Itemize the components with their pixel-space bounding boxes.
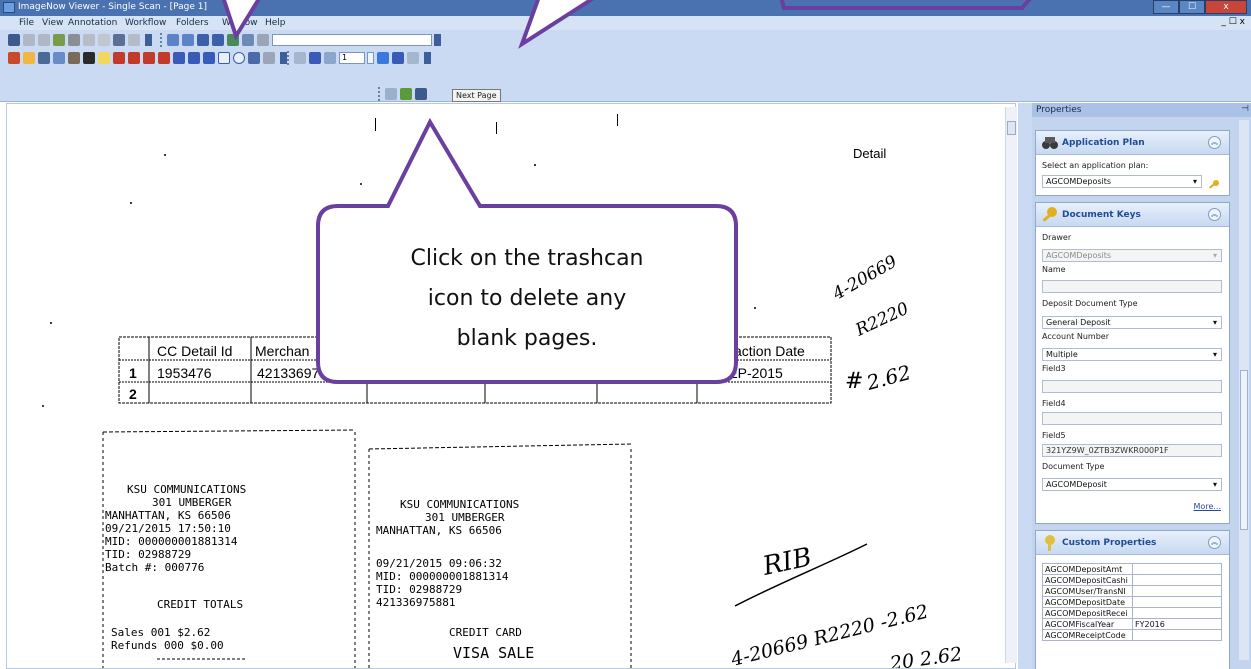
property-name: AGCOMUser/TransNI [1042,585,1133,597]
property-value[interactable] [1132,607,1222,619]
property-value[interactable] [1132,585,1222,597]
properties-scroll-thumb[interactable] [1240,370,1248,530]
property-name: AGCOMDepositAmt [1042,563,1133,575]
document-type-label: Document Type [1042,462,1105,471]
application-plan-select[interactable]: AGCOMDeposits [1042,175,1202,188]
account-number-select[interactable]: Multiple [1042,348,1222,361]
field3-label: Field3 [1042,364,1066,373]
property-value[interactable] [1132,574,1222,586]
more-link[interactable]: More... [1194,502,1221,511]
custom-properties-panel: Custom Properties ︽ AGCOMDepositAmt AGCO… [1035,530,1230,669]
deposit-type-label: Deposit Document Type [1042,299,1138,308]
binoculars-icon [1042,137,1058,149]
account-number-label: Account Number [1042,332,1109,341]
collapse-icon[interactable]: ︽ [1208,536,1221,549]
drawer-label: Drawer [1042,233,1072,242]
property-name: AGCOMDepositRecei [1042,607,1133,619]
callout-line-3: blank pages. [457,326,598,351]
document-type-select[interactable]: AGCOMDeposit [1042,478,1222,491]
table-row[interactable]: AGCOMDepositAmt [1042,563,1222,575]
key-icon [1042,207,1057,222]
custom-properties-table: AGCOMDepositAmt AGCOMDepositCashi AGCOMU… [1042,563,1222,641]
collapse-icon[interactable]: ︽ [1208,208,1221,221]
table-row[interactable]: AGCOMDepositDate [1042,596,1222,608]
custom-properties-icon [1045,535,1055,551]
deposit-type-select[interactable]: General Deposit [1042,316,1222,329]
callout-pointer-top-middle [518,0,595,49]
property-name: AGCOMFiscalYear [1042,618,1133,630]
application-plan-header[interactable]: Application Plan ︽ [1036,131,1229,155]
field4-field[interactable] [1042,412,1222,425]
table-row[interactable]: AGCOMDepositRecei [1042,607,1222,619]
properties-scrollbar[interactable] [1239,120,1249,660]
properties-pane: Properties ⊣ Application Plan ︽ Select a… [1032,103,1251,669]
property-name: AGCOMReceiptCode [1042,629,1133,641]
field5-field[interactable]: 321YZ9W_0ZTB3ZWKR000P1F [1042,444,1222,457]
callout-line-1: Click on the trashcan [411,246,644,271]
property-value[interactable] [1132,596,1222,608]
table-row[interactable]: AGCOMDepositCashi [1042,574,1222,586]
callout-pointer-top-left [221,0,261,41]
table-row[interactable]: AGCOMReceiptCode [1042,629,1222,641]
custom-properties-title: Custom Properties [1062,538,1157,548]
table-row[interactable]: AGCOMFiscalYear FY2016 [1042,618,1222,630]
name-label: Name [1042,265,1066,274]
collapse-icon[interactable]: ︽ [1208,136,1221,149]
pin-icon[interactable]: ⊣ [1241,104,1249,114]
application-plan-label: Select an application plan: [1042,161,1149,170]
property-value[interactable] [1132,563,1222,575]
property-value[interactable]: FY2016 [1132,618,1222,630]
custom-properties-header[interactable]: Custom Properties ︽ [1036,531,1229,555]
field3-field[interactable] [1042,380,1222,393]
application-plan-title: Application Plan [1062,138,1145,148]
field5-label: Field5 [1042,431,1066,440]
document-keys-title: Document Keys [1062,210,1141,220]
callout-box-top-right [779,0,1032,10]
document-keys-header[interactable]: Document Keys ︽ [1036,203,1229,227]
callout-line-2: icon to delete any [428,286,626,311]
field4-label: Field4 [1042,399,1066,408]
document-keys-panel: Document Keys ︽ Drawer AGCOMDeposits Nam… [1035,202,1230,524]
name-field[interactable] [1042,280,1222,293]
table-row[interactable]: AGCOMUser/TransNI [1042,585,1222,597]
drawer-select[interactable]: AGCOMDeposits [1042,249,1222,262]
application-plan-panel: Application Plan ︽ Select an application… [1035,130,1230,196]
key-icon[interactable] [1208,179,1220,191]
property-name: AGCOMDepositCashi [1042,574,1133,586]
property-value[interactable] [1132,629,1222,641]
properties-header: Properties ⊣ [1032,103,1251,117]
properties-title: Properties [1036,105,1082,115]
property-name: AGCOMDepositDate [1042,596,1133,608]
